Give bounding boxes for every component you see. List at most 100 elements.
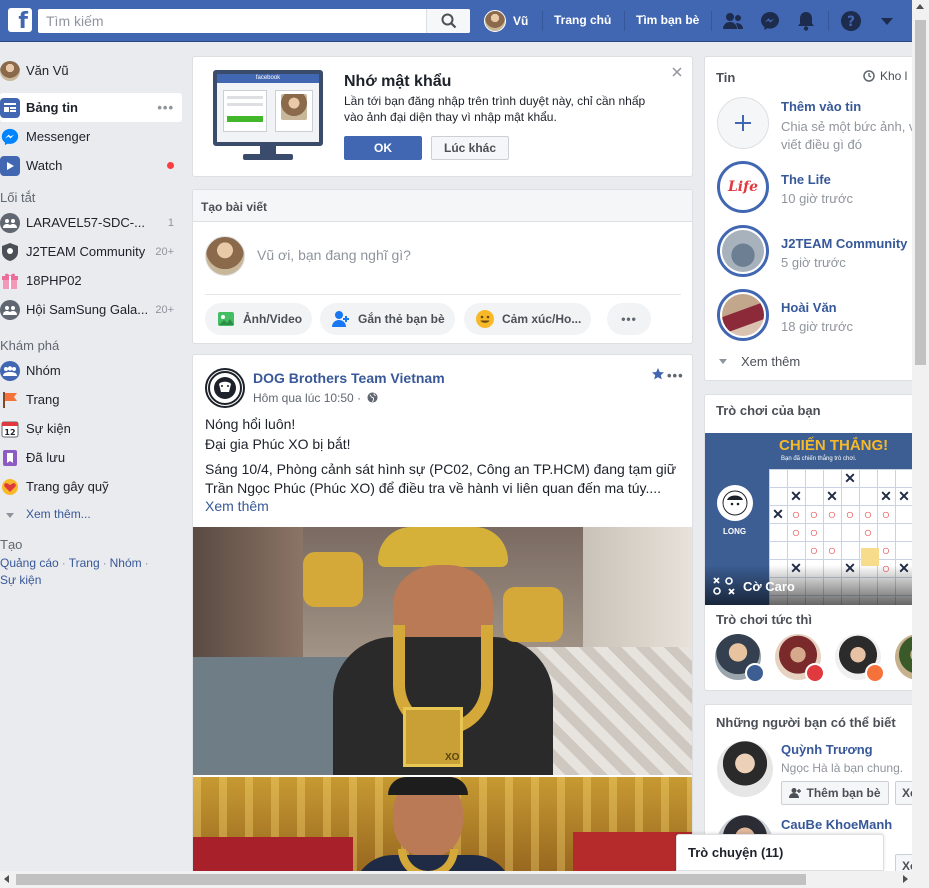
chat-sidebar-tab[interactable]: Trò chuyện (11) (676, 834, 884, 871)
stories-see-more-link[interactable]: Xem thêm (719, 354, 800, 369)
sidebar-item-events[interactable]: 12 Sự kiện (0, 414, 182, 443)
dropdown-icon[interactable] (876, 10, 898, 32)
friend-requests-icon[interactable] (722, 10, 744, 32)
story-time: 5 giờ trước (781, 255, 846, 270)
scrollbar-thumb[interactable] (915, 20, 926, 365)
horizontal-scrollbar[interactable] (0, 871, 912, 888)
explore-heading: Khám phá (0, 338, 60, 353)
sidebar-item-shortcut[interactable]: J2TEAM Community 20+ (0, 237, 182, 266)
see-more-link[interactable]: Xem thêm... (0, 501, 182, 527)
game-badge-icon (745, 663, 765, 683)
game-badge-icon (805, 663, 825, 683)
archive-clock-icon (863, 70, 875, 82)
story-archive-link[interactable]: Kho l (863, 69, 907, 83)
sidebar-item-label: Trang (26, 392, 60, 407)
story-name[interactable]: Hoài Văn (781, 300, 837, 315)
profile-link[interactable]: Vũ (484, 9, 528, 33)
add-story-title[interactable]: Thêm vào tin (781, 99, 861, 114)
story-avatar[interactable] (717, 225, 769, 277)
messenger-icon[interactable] (759, 10, 781, 32)
search-input[interactable] (38, 9, 418, 33)
person-name[interactable]: CauBe KhoeManh (781, 817, 892, 832)
story-avatar[interactable] (717, 289, 769, 341)
tag-friends-label: Gắn thẻ bạn bè (358, 312, 445, 326)
create-group-link[interactable]: Nhóm (110, 556, 142, 570)
later-button[interactable]: Lúc khác (431, 136, 509, 160)
post-options-icon[interactable]: ••• (667, 368, 684, 383)
mutual-friends[interactable]: Ngọc Hà là bạn chung. (781, 761, 903, 775)
person-name[interactable]: Quỳnh Trương (781, 742, 873, 757)
caro-o-mark: ○ (863, 506, 873, 522)
dog-brothers-logo-icon (208, 371, 242, 405)
star-icon[interactable] (651, 367, 665, 384)
caro-o-mark: ○ (881, 560, 891, 576)
sidebar-item-news-feed[interactable]: Bảng tin ••• (0, 93, 182, 122)
search-button[interactable] (426, 9, 470, 33)
caro-x-mark: ✕ (898, 560, 910, 576)
svg-text:12: 12 (4, 428, 15, 437)
search-box (38, 9, 470, 33)
post-composer: Tạo bài viết Vũ ơi, bạn đang nghĩ gì? Ản… (192, 189, 693, 344)
caro-o-mark: ○ (791, 524, 801, 540)
scroll-left-arrow-icon[interactable] (4, 875, 9, 883)
story-avatar[interactable]: Life (717, 161, 769, 213)
add-story-button[interactable] (717, 97, 769, 149)
scrollbar-thumb[interactable] (16, 874, 806, 885)
scroll-up-arrow-icon[interactable] (916, 4, 924, 9)
sidebar-item-saved[interactable]: Đã lưu (0, 443, 182, 472)
feeling-smile-icon (474, 308, 496, 330)
profile-name: Vũ (513, 14, 529, 28)
story-name[interactable]: The Life (781, 172, 831, 187)
post-timestamp[interactable]: Hôm qua lúc 10:50 · (253, 391, 378, 405)
post-author[interactable]: DOG Brothers Team Vietnam (253, 370, 445, 386)
sidebar-item-groups[interactable]: Nhóm (0, 356, 182, 385)
sidebar-item-shortcut[interactable]: Hội SamSung Gala... 20+ (0, 295, 182, 324)
create-post-heading[interactable]: Tạo bài viết (201, 200, 267, 214)
page-avatar[interactable] (205, 368, 245, 408)
sidebar-item-label: Sự kiện (26, 421, 71, 436)
sidebar-item-watch[interactable]: Watch (0, 151, 182, 180)
saved-icon (0, 448, 20, 468)
news-feed-icon (0, 97, 20, 118)
sidebar-item-messenger[interactable]: Messenger (0, 122, 182, 151)
close-icon[interactable] (672, 65, 682, 80)
game-name: Cờ Caro (743, 578, 795, 594)
facebook-logo-icon[interactable]: f (8, 8, 32, 32)
scroll-right-arrow-icon[interactable] (903, 875, 908, 883)
divider (711, 11, 712, 31)
create-event-link[interactable]: Sự kiện (0, 573, 41, 587)
create-ad-link[interactable]: Quảng cáo (0, 556, 59, 570)
see-more-label: Xem thêm... (26, 507, 91, 521)
shield-icon (0, 242, 20, 262)
feeling-activity-button[interactable]: Cảm xúc/Ho... (464, 303, 592, 335)
win-subtitle: Bạn đã chiến thắng trò chơi. (781, 456, 857, 462)
add-friend-button[interactable]: Thêm bạn bè (781, 781, 889, 805)
sidebar-item-label: Messenger (26, 129, 91, 144)
story-name[interactable]: J2TEAM Community (781, 236, 907, 251)
more-options-icon[interactable]: ••• (607, 303, 651, 335)
notifications-icon[interactable] (795, 10, 817, 32)
home-link[interactable]: Trang chủ (554, 13, 611, 27)
more-options-icon[interactable]: ••• (157, 100, 174, 115)
sidebar-item-fundraisers[interactable]: Trang gây quỹ (0, 472, 182, 501)
post-photo[interactable]: XO (193, 527, 692, 775)
game-banner[interactable]: LONG CHIẾN THẮNG! Bạn đã chiến thắng trò… (705, 433, 914, 605)
ok-button[interactable]: OK (344, 136, 422, 160)
create-page-link[interactable]: Trang (69, 556, 100, 570)
composer-input[interactable]: Vũ ơi, bạn đang nghĩ gì? (257, 247, 411, 263)
find-friends-link[interactable]: Tìm bạn bè (636, 13, 699, 27)
sidebar-item-shortcut[interactable]: 18PHP02 (0, 266, 182, 295)
stories-panel: Tin Kho l Thêm vào tin Chia sẻ một bức ả… (704, 56, 929, 381)
tag-friends-button[interactable]: Gắn thẻ bạn bè (320, 303, 455, 335)
sidebar-item-pages[interactable]: Trang (0, 385, 182, 414)
sidebar-item-label: Hội SamSung Gala... (26, 302, 149, 317)
vertical-scrollbar[interactable] (912, 0, 929, 888)
post-see-more-link[interactable]: Xem thêm (205, 498, 269, 514)
photo-video-button[interactable]: Ảnh/Video (205, 303, 313, 335)
person-avatar[interactable] (717, 741, 773, 797)
sidebar-item-shortcut[interactable]: LARAVEL57-SDC-... 1 (0, 208, 182, 237)
remember-password-card: facebook Nhớ mật khẩu Lần tới bạn đăng n… (192, 56, 693, 177)
sidebar-profile[interactable]: Văn Vũ (0, 56, 182, 85)
caro-o-mark: ○ (809, 524, 819, 540)
help-icon[interactable]: ? (840, 10, 862, 32)
